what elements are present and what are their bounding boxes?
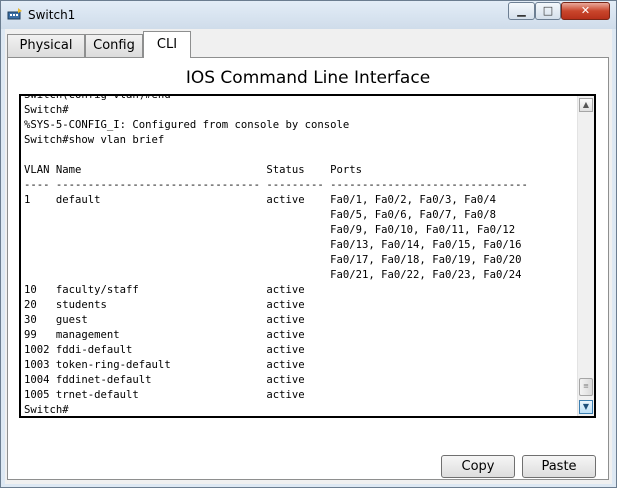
terminal-line: ---- -------------------------------- --…	[24, 179, 528, 191]
app-window: Switch1 ▁ □ ✕ Physical Config CLI IOS Co…	[0, 0, 617, 488]
terminal-line: 1005 trnet-default active	[24, 389, 305, 401]
terminal-line: 20 students active	[24, 299, 305, 311]
cli-heading: IOS Command Line Interface	[185, 68, 431, 88]
terminal-line: Switch#	[24, 404, 69, 416]
terminal-line: Fa0/5, Fa0/6, Fa0/7, Fa0/8	[24, 209, 496, 221]
copy-button[interactable]: Copy	[441, 455, 515, 478]
cli-panel: IOS Command Line Interface Switch(config…	[7, 57, 609, 480]
close-button[interactable]: ✕	[561, 2, 610, 20]
cli-terminal[interactable]: Switch(config-vlan)#end Switch# %SYS-5-CON…	[19, 94, 596, 418]
network-switch-icon	[7, 7, 23, 23]
terminal-line: 1004 fddinet-default active	[24, 374, 305, 386]
terminal-line: %SYS-5-CONFIG_I: Configured from console…	[24, 119, 350, 131]
window-title: Switch1	[28, 8, 76, 22]
terminal-line: 10 faculty/staff active	[24, 284, 305, 296]
maximize-button[interactable]: □	[535, 2, 561, 20]
terminal-line: Fa0/13, Fa0/14, Fa0/15, Fa0/16	[24, 239, 522, 251]
terminal-line: 1003 token-ring-default active	[24, 359, 305, 371]
tab-physical[interactable]: Physical	[7, 34, 85, 57]
scroll-down-arrow-icon[interactable]: ▼	[579, 400, 593, 414]
terminal-line: VLAN Name Status Ports	[24, 164, 363, 176]
scroll-thumb[interactable]: ≡	[579, 378, 593, 396]
title-bar[interactable]: Switch1 ▁ □ ✕	[1, 1, 616, 29]
terminal-scrollbar[interactable]: ▲ ≡ ▼	[577, 96, 594, 416]
terminal-line: 99 management active	[24, 329, 305, 341]
terminal-output[interactable]: Switch(config-vlan)#end Switch# %SYS-5-CON…	[24, 94, 579, 416]
terminal-line: Switch(config-vlan)#end	[24, 94, 171, 101]
terminal-line: 30 guest active	[24, 314, 305, 326]
window-client-area: Physical Config CLI IOS Command Line Int…	[5, 29, 612, 484]
tab-config[interactable]: Config	[85, 34, 143, 57]
terminal-line: Fa0/17, Fa0/18, Fa0/19, Fa0/20	[24, 254, 522, 266]
terminal-line: Switch#	[24, 104, 69, 116]
paste-button[interactable]: Paste	[522, 455, 596, 478]
terminal-line: 1002 fddi-default active	[24, 344, 305, 356]
terminal-line: Switch#show vlan brief	[24, 134, 165, 146]
terminal-line: Fa0/9, Fa0/10, Fa0/11, Fa0/12	[24, 224, 516, 236]
scroll-up-arrow-icon[interactable]: ▲	[579, 98, 593, 112]
minimize-button[interactable]: ▁	[508, 2, 535, 20]
terminal-line: 1 default active Fa0/1, Fa0/2, Fa0/3, Fa…	[24, 194, 496, 206]
terminal-line: Fa0/21, Fa0/22, Fa0/23, Fa0/24	[24, 269, 522, 281]
tab-cli[interactable]: CLI	[143, 31, 191, 58]
